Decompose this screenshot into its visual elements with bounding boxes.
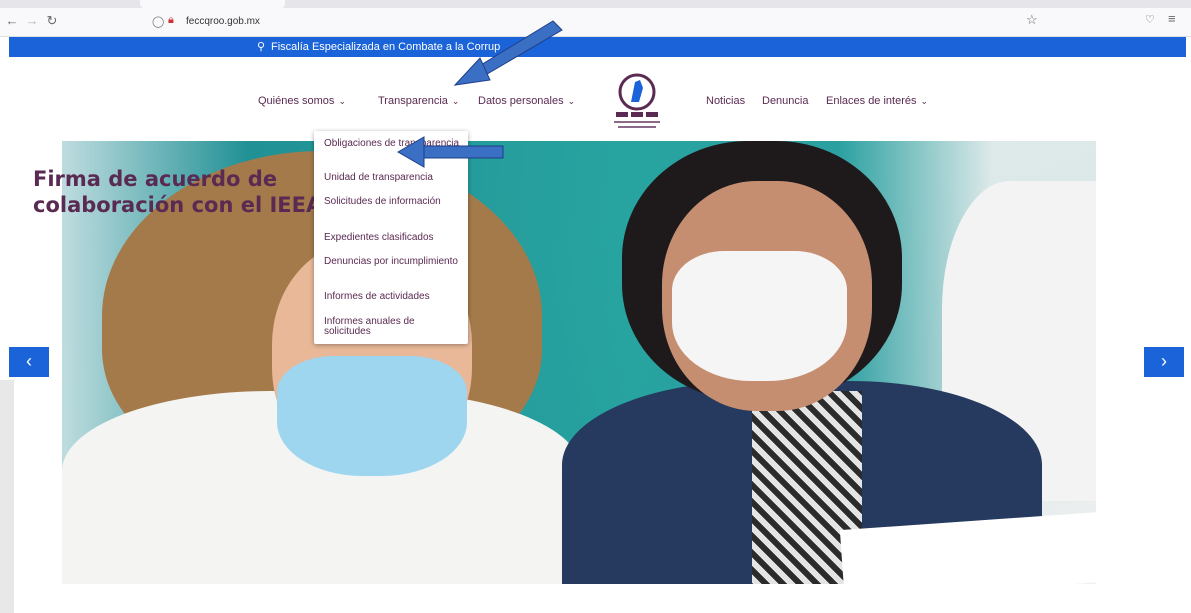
star-icon[interactable]: ☆ <box>1026 12 1038 28</box>
transparencia-dropdown-menu: Obligaciones de transparencia Unidad de … <box>314 131 468 344</box>
face-mask-right <box>672 251 847 381</box>
active-tab[interactable] <box>140 0 285 8</box>
browser-toolbar: ← → ↻ ◯ 🔒︎ feccqroo.gob.mx <box>0 8 1191 37</box>
nav-item-enlaces-de-interes[interactable]: Enlaces de interés ⌄ <box>826 95 928 107</box>
url-text[interactable]: feccqroo.gob.mx <box>186 16 260 27</box>
chevron-down-icon: ⌄ <box>567 96 576 106</box>
nav-item-label: Transparencia <box>378 95 448 107</box>
dropdown-item-informes-actividades[interactable]: Informes de actividades <box>324 292 464 302</box>
slider-next-button[interactable]: › <box>1144 347 1184 377</box>
nav-item-noticias[interactable]: Noticias <box>706 95 745 107</box>
chevron-down-icon: ⌄ <box>451 96 460 106</box>
dropdown-item-informes-anuales[interactable]: Informes anuales de solicitudes <box>324 317 464 337</box>
chevron-down-icon: ⌄ <box>338 96 346 106</box>
nav-item-label: Denuncia <box>762 95 809 107</box>
nav-item-datos-personales[interactable]: Datos personales ⌄ <box>478 95 575 107</box>
chevron-down-icon: ⌄ <box>920 96 929 106</box>
nav-item-denuncia[interactable]: Denuncia <box>762 95 808 107</box>
dropdown-item-denuncias[interactable]: Denuncias por incumplimiento <box>324 257 464 267</box>
pocket-icon[interactable]: ♡ <box>1145 13 1155 26</box>
dropdown-item-obligaciones[interactable]: Obligaciones de transparencia <box>324 139 464 149</box>
dropdown-item-expedientes[interactable]: Expedientes clasificados <box>324 233 464 243</box>
url-bar[interactable]: ◯ 🔒︎ feccqroo.gob.mx <box>146 12 1042 33</box>
nav-item-transparencia[interactable]: Transparencia ⌄ <box>378 95 459 107</box>
hero-title[interactable]: Firma de acuerdo de colaboración con el … <box>33 166 333 218</box>
location-pin-icon: ⚲ <box>257 41 266 53</box>
shield-icon[interactable]: ◯ <box>152 15 164 28</box>
dropdown-item-unidad[interactable]: Unidad de transparencia <box>324 173 464 183</box>
nav-item-label: Datos personales <box>478 95 564 107</box>
top-bar-text: Fiscalía Especializada en Combate a la C… <box>271 41 501 53</box>
back-arrow-icon[interactable]: ← <box>4 13 20 28</box>
face-mask-left <box>277 356 467 476</box>
lock-icon[interactable]: 🔒︎ <box>168 14 174 27</box>
site-top-bar: ⚲ Fiscalía Especializada en Combate a la… <box>9 37 1186 57</box>
nav-item-label: Quiénes somos <box>258 95 335 107</box>
forward-arrow-icon[interactable]: → <box>24 13 40 28</box>
dropdown-item-solicitudes[interactable]: Solicitudes de información <box>324 197 464 207</box>
nav-item-quienes-somos[interactable]: Quiénes somos ⌄ <box>258 95 346 107</box>
site-logo[interactable] <box>604 68 670 132</box>
slider-prev-button[interactable]: ‹ <box>9 347 49 377</box>
tab-strip <box>0 0 1191 8</box>
hamburger-menu-icon[interactable]: ≡ <box>1168 11 1176 26</box>
page-left-edge <box>0 380 14 613</box>
nav-item-label: Noticias <box>706 95 746 107</box>
reload-icon[interactable]: ↻ <box>44 13 60 29</box>
nav-item-label: Enlaces de interés <box>826 95 917 107</box>
